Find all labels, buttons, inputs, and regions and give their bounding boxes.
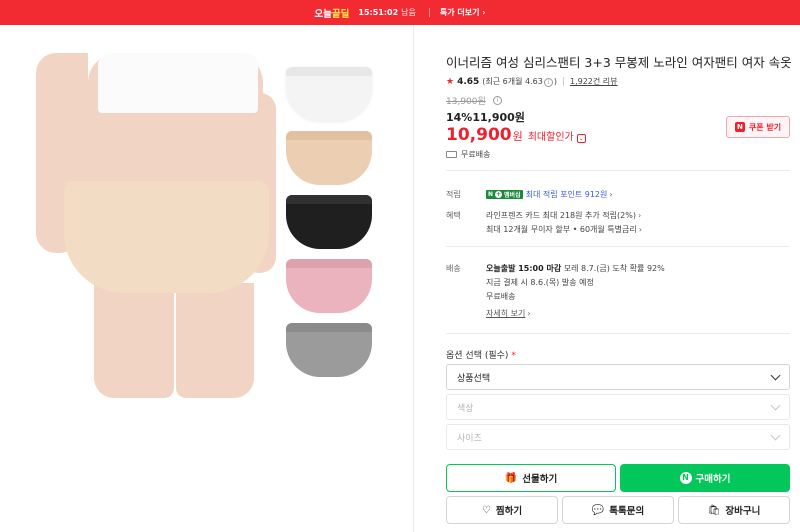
truck-icon <box>446 151 457 158</box>
buy-button[interactable]: N 구매하기 <box>620 464 790 492</box>
chat-icon: 💬 <box>591 504 605 516</box>
gift-icon: 🎁 <box>504 472 518 484</box>
countdown-timer: 15:51:02 <box>358 8 399 17</box>
free-shipping: 무료배송 <box>446 149 490 160</box>
chevron-down-icon[interactable]: ⌄ <box>576 134 586 143</box>
panty-gray <box>286 323 372 377</box>
product-select[interactable]: 상품선택 <box>446 364 790 390</box>
installment-link[interactable]: 최대 12개월 무이자 할부 • 60개월 특별금리 › <box>486 224 642 235</box>
panty-pink <box>286 259 372 313</box>
option-label: 옵션 선택 (필수) * <box>446 351 516 361</box>
shipping-eta: 오늘출발 15:00 마감 모레 8.7.(금) 도착 확률 92% <box>486 264 665 273</box>
color-select[interactable]: 색상 <box>446 394 790 420</box>
star-icon: ★ <box>446 76 455 87</box>
panty-beige <box>286 131 372 185</box>
points-label: 적립 <box>446 190 461 199</box>
product-title: 이너리즘 여성 심리스팬티 3+3 무봉제 노라인 여자팬티 여자 속옷 <box>446 55 792 70</box>
sale-price: 14%11,900원 <box>446 111 525 124</box>
talktalk-button[interactable]: 💬 톡톡문의 <box>562 496 674 524</box>
shopping-bag-icon: 🛍 <box>707 504 721 516</box>
gift-button[interactable]: 🎁 선물하기 <box>446 464 616 492</box>
divider <box>428 8 430 17</box>
price-info-icon[interactable]: i <box>493 96 502 105</box>
chevron-down-icon <box>770 370 781 380</box>
size-select[interactable]: 사이즈 <box>446 424 790 450</box>
chevron-down-icon <box>770 400 781 410</box>
review-count-link[interactable]: 1,922건 리뷰 <box>570 76 618 87</box>
card-benefit-link[interactable]: 라인프렌즈 카드 최대 218원 추가 적립(2%) › <box>486 210 641 221</box>
promo-banner[interactable]: 오늘끝딜 15:51:02 남음 특가 더보기 › <box>0 0 800 25</box>
panty-black <box>286 195 372 249</box>
points-row[interactable]: N + 멤버십 최대 적립 포인트 912원 › <box>486 189 613 200</box>
chevron-right-icon: › <box>609 190 613 199</box>
max-discount-price[interactable]: 10,900 원 최대할인가 ⌄ <box>446 125 586 145</box>
original-price: 13,900원 <box>446 97 486 107</box>
deal-logo: 오늘끝딜 <box>314 8 350 20</box>
divider <box>562 77 564 86</box>
panty-white <box>286 67 372 121</box>
naver-n-icon: N <box>734 122 745 132</box>
recent-rating: (최근 6개월 4.63 i) <box>482 77 557 87</box>
divider <box>446 246 790 247</box>
shipping-fee: 무료배송 <box>486 292 516 301</box>
naver-pay-icon: N <box>679 472 692 484</box>
remain-label: 남음 <box>401 8 416 17</box>
rating-score: 4.65 <box>457 76 480 87</box>
coupon-button[interactable]: N 쿠폰 받기 <box>726 116 790 138</box>
divider <box>446 333 790 334</box>
cart-button[interactable]: 🛍 장바구니 <box>678 496 790 524</box>
npay-membership-badge: N + 멤버십 <box>486 190 523 199</box>
ship-date: 지금 결제 시 8.6.(목) 발송 예정 <box>486 278 594 287</box>
wishlist-button[interactable]: ♡ 찜하기 <box>446 496 558 524</box>
benefit-label: 혜택 <box>446 211 461 220</box>
rating-summary: ★ 4.65 (최근 6개월 4.63 i) 1,922건 리뷰 <box>446 76 618 87</box>
shipping-details-link[interactable]: 자세히 보기 › <box>486 308 531 319</box>
shipping-label: 배송 <box>446 264 461 273</box>
more-deals-link[interactable]: 특가 더보기 › <box>440 7 486 18</box>
product-image[interactable] <box>36 53 386 398</box>
info-icon[interactable]: i <box>543 78 553 87</box>
heart-icon: ♡ <box>481 504 491 516</box>
chevron-right-icon: › <box>482 8 486 17</box>
chevron-down-icon <box>770 430 781 440</box>
column-divider <box>413 25 414 532</box>
divider <box>446 170 790 171</box>
